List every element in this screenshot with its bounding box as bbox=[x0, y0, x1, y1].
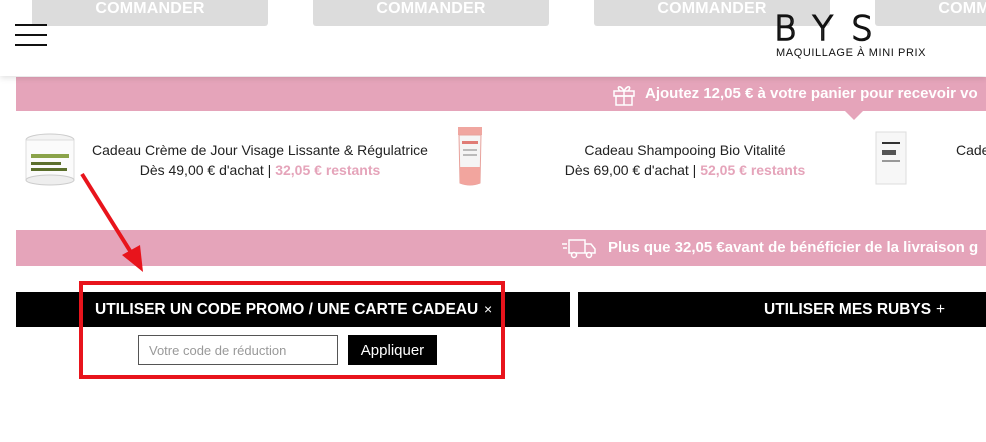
gift-title: Cadeau Crème de Jour Visage Lissante & R… bbox=[92, 142, 428, 158]
apply-promo-button[interactable]: Appliquer bbox=[348, 335, 437, 365]
rubys-title: UTILISER MES RUBYS bbox=[764, 301, 932, 318]
gift-remaining: 32,05 € restants bbox=[275, 162, 381, 178]
hamburger-menu-icon[interactable] bbox=[15, 24, 47, 46]
banner-pointer bbox=[844, 110, 864, 120]
shipping-progress-banner: Plus que 32,05 €avant de bénéficier de l… bbox=[16, 230, 986, 266]
close-icon[interactable]: × bbox=[484, 292, 492, 327]
rubys-toggle[interactable]: UTILISER MES RUBYS + bbox=[578, 292, 986, 327]
gift-remaining: 52,05 € restants bbox=[700, 162, 806, 178]
gift-icon bbox=[613, 86, 635, 106]
gift-threshold: Dès 69,00 € d'achat | bbox=[564, 162, 697, 178]
gift-threshold: Dès 49,00 € d'achat | bbox=[139, 162, 272, 178]
promo-code-title: UTILISER UN CODE PROMO / UNE CARTE CADEA… bbox=[95, 301, 479, 318]
gift-title: Cadeau Shampooing Bio Vitalité bbox=[584, 142, 786, 158]
logo-mark: BYS bbox=[773, 8, 891, 50]
sachet-image bbox=[875, 131, 907, 185]
shipping-banner-text: Plus que 32,05 €avant de bénéficier de l… bbox=[608, 239, 979, 256]
promo-code-toggle[interactable]: UTILISER UN CODE PROMO / UNE CARTE CADEA… bbox=[16, 292, 570, 327]
shampoo-tube-image bbox=[458, 127, 482, 186]
order-button[interactable]: COMMANDER bbox=[32, 0, 268, 26]
logo[interactable]: BYS bbox=[770, 8, 940, 50]
site-header: COMMANDER COMMANDER COMMANDER COMMANDER … bbox=[0, 0, 986, 76]
gift-title: Cade bbox=[956, 142, 986, 158]
order-button[interactable]: COMMANDER bbox=[313, 0, 549, 26]
gift-progress-banner: Ajoutez 12,05 € à votre panier pour rece… bbox=[16, 77, 986, 111]
gift-banner-text: Ajoutez 12,05 € à votre panier pour rece… bbox=[645, 85, 978, 102]
svg-text:BYS: BYS bbox=[774, 12, 891, 44]
delivery-truck-icon bbox=[562, 239, 596, 259]
promo-code-input[interactable] bbox=[138, 335, 338, 365]
logo-tagline: MAQUILLAGE À MINI PRIX bbox=[776, 47, 927, 59]
cream-jar-image bbox=[25, 133, 75, 186]
plus-icon[interactable]: + bbox=[936, 292, 945, 327]
